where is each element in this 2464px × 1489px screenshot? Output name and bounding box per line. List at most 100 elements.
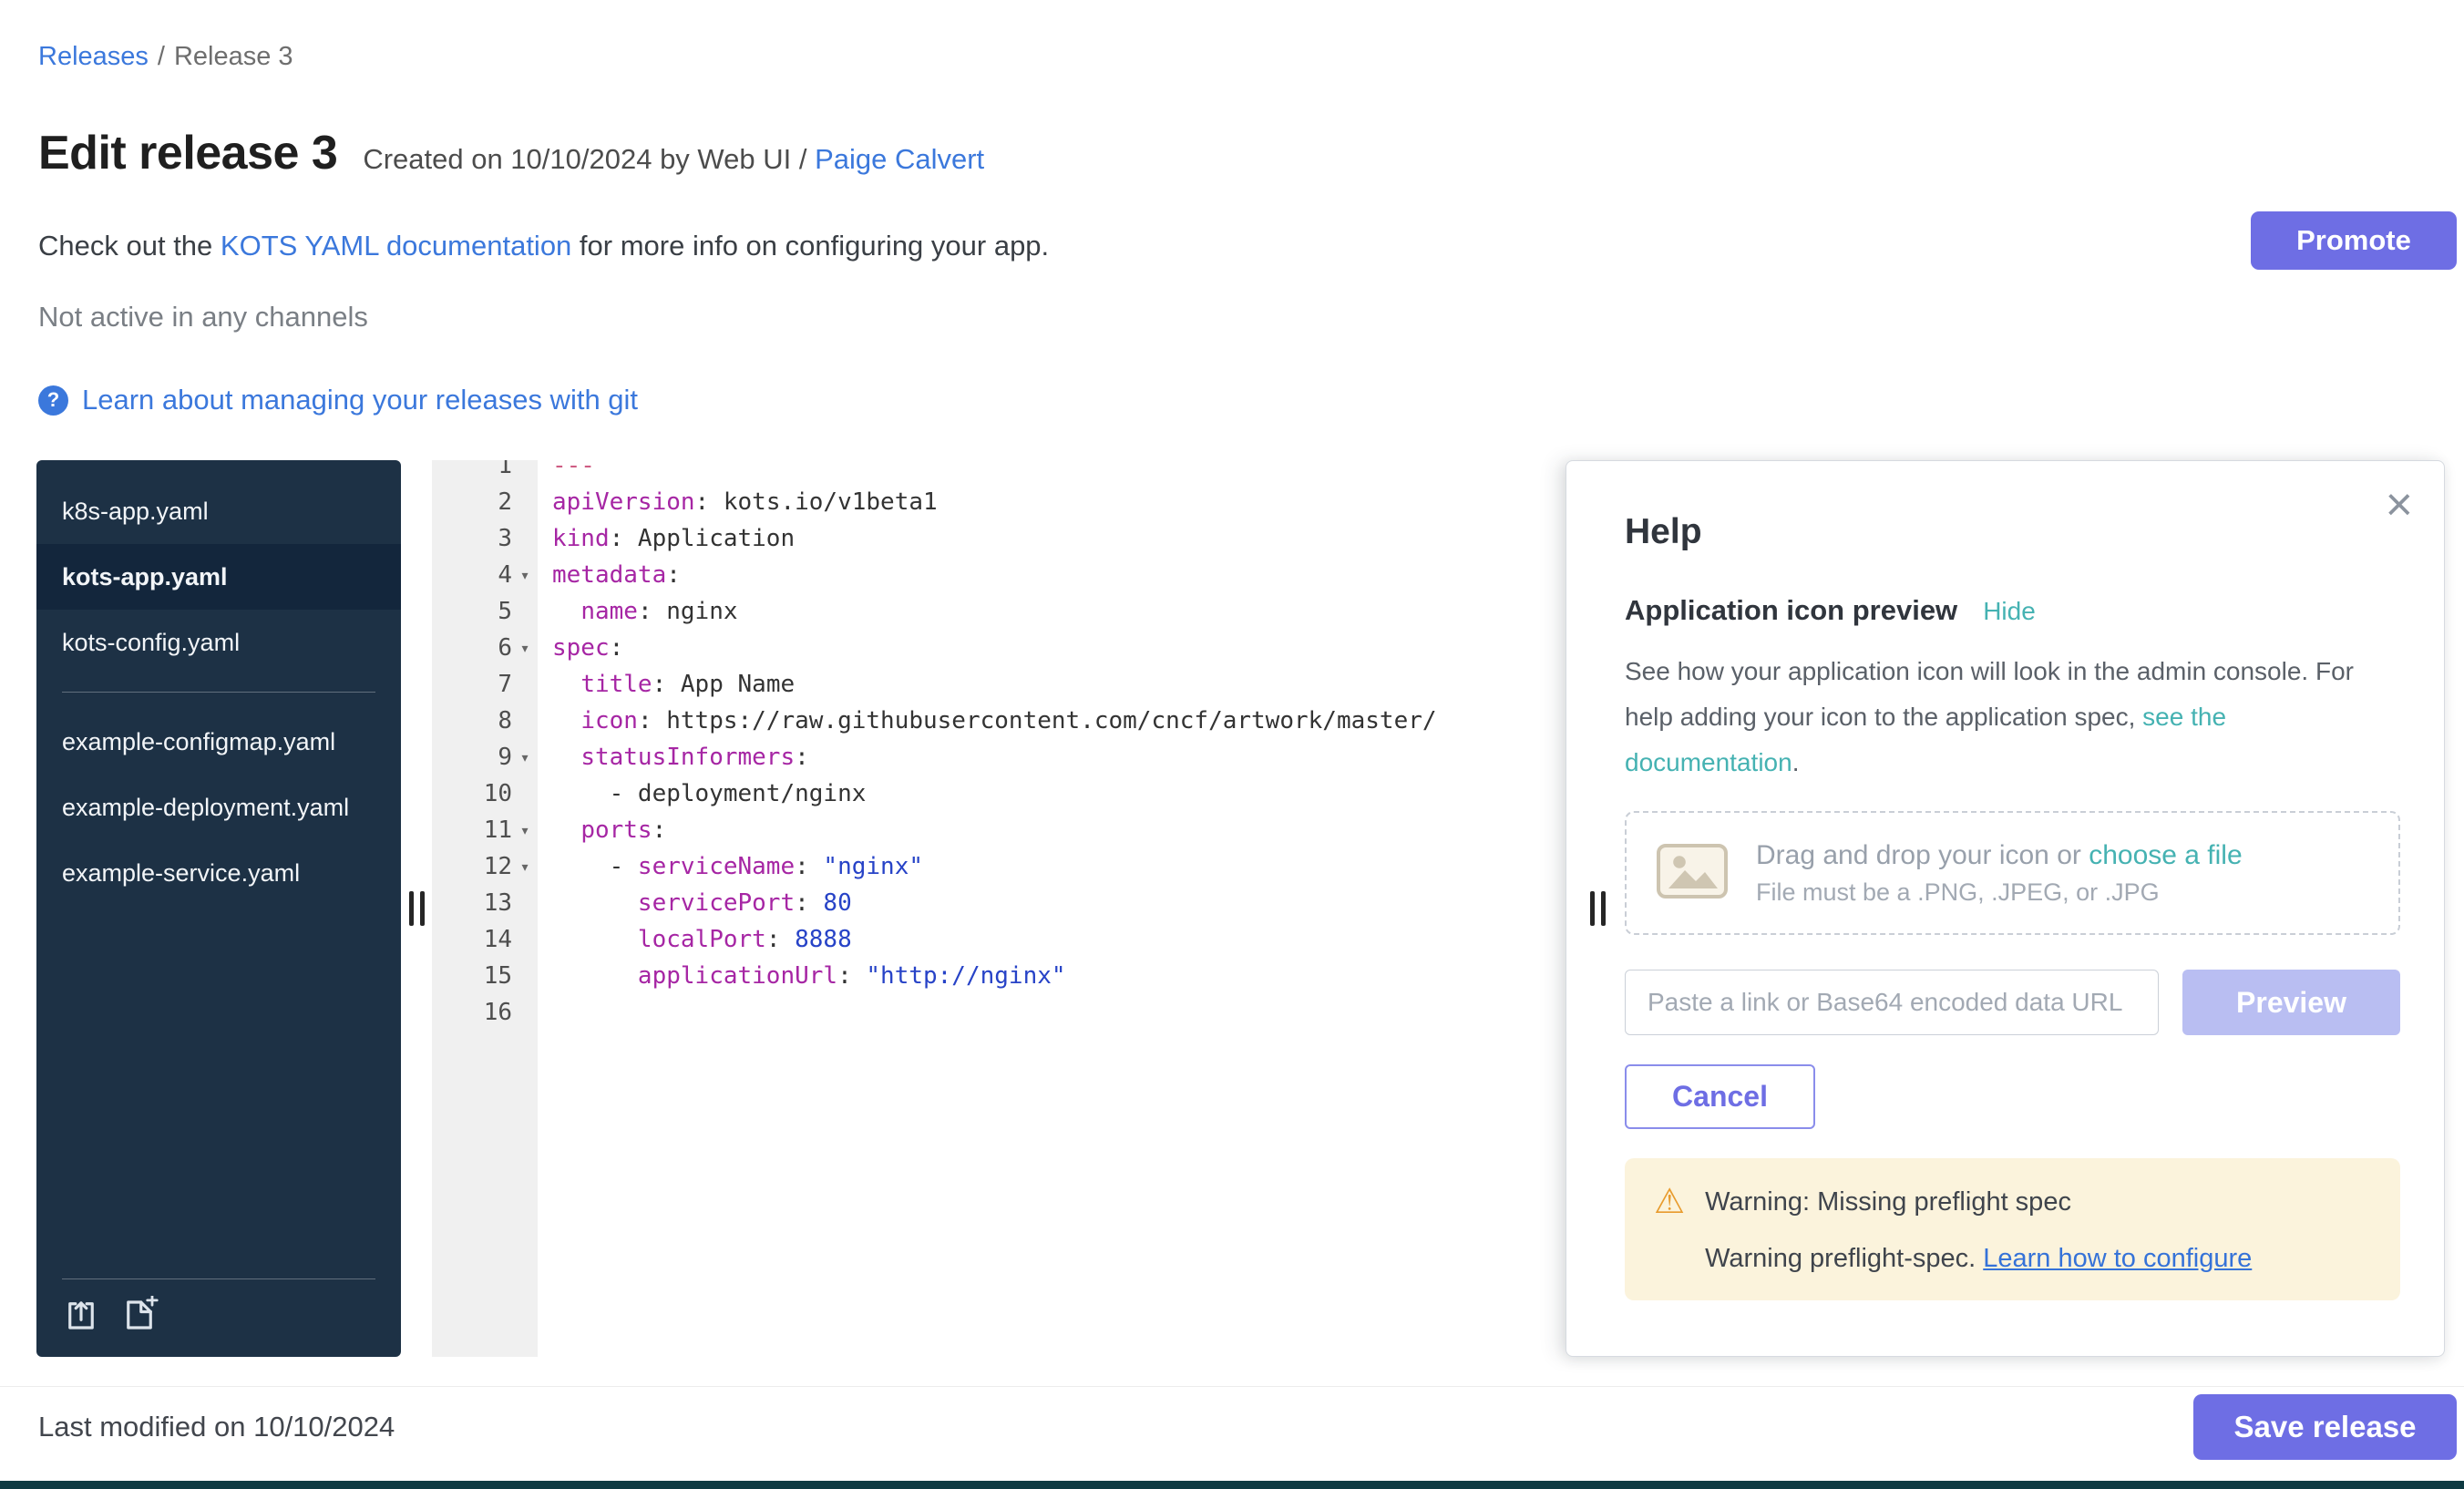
code-line[interactable]	[552, 994, 1566, 1031]
file-tree-item[interactable]: k8s-app.yaml	[36, 478, 401, 544]
tree-divider	[62, 692, 375, 693]
bottom-bar	[0, 1481, 2464, 1489]
promote-button[interactable]: Promote	[2251, 211, 2457, 270]
code-line[interactable]: statusInformers:	[552, 739, 1566, 775]
page-title: Edit release 3	[38, 126, 337, 180]
close-icon[interactable]: ×	[2386, 481, 2413, 529]
code-line[interactable]: apiVersion: kots.io/v1beta1	[552, 484, 1566, 520]
author-link[interactable]: Paige Calvert	[815, 143, 984, 175]
pane-resize-handle-right[interactable]	[1590, 891, 1606, 926]
learn-how-to-configure-link[interactable]: Learn how to configure	[1983, 1244, 2252, 1273]
breadcrumb: Releases/Release 3	[38, 42, 303, 72]
icon-preview-description: See how your application icon will look …	[1625, 649, 2400, 786]
kots-yaml-doc-link[interactable]: KOTS YAML documentation	[221, 230, 571, 262]
gutter-line: 12▾	[432, 848, 538, 885]
gutter-line: 10	[432, 775, 538, 812]
hide-link[interactable]: Hide	[1983, 597, 2036, 626]
fold-arrow-icon[interactable]: ▾	[512, 639, 538, 658]
fold-arrow-icon[interactable]: ▾	[512, 857, 538, 877]
file-tree: k8s-app.yamlkots-app.yamlkots-config.yam…	[36, 460, 401, 1357]
gutter-line: 6▾	[432, 630, 538, 666]
gutter-line: 8	[432, 703, 538, 739]
help-panel-title: Help	[1625, 512, 2400, 552]
created-note: Created on 10/10/2024 by Web UI / Paige …	[363, 143, 984, 176]
title-row: Edit release 3 Created on 10/10/2024 by …	[38, 126, 984, 180]
icon-url-row: Preview	[1625, 970, 2400, 1035]
question-circle-icon: ?	[38, 385, 68, 416]
gutter-line: 11▾	[432, 812, 538, 848]
new-file-icon[interactable]	[120, 1296, 159, 1339]
warning-title: Warning: Missing preflight spec	[1705, 1184, 2252, 1220]
release-editor: k8s-app.yamlkots-app.yamlkots-config.yam…	[36, 460, 2445, 1357]
code-line[interactable]: ports:	[552, 812, 1566, 848]
doc-note: Check out the KOTS YAML documentation fo…	[38, 230, 1049, 262]
code-editor[interactable]: ---apiVersion: kots.io/v1beta1kind: Appl…	[538, 460, 1566, 1357]
file-tree-list: k8s-app.yamlkots-app.yamlkots-config.yam…	[36, 478, 401, 906]
code-line[interactable]: kind: Application	[552, 520, 1566, 557]
pane-resize-handle-left[interactable]	[401, 460, 432, 1357]
fold-arrow-icon[interactable]: ▾	[512, 748, 538, 767]
gutter-line: 2	[432, 484, 538, 520]
image-placeholder-icon	[1656, 843, 1729, 904]
dropzone-prompt: Drag and drop your icon or	[1756, 840, 2089, 870]
doc-note-suffix: for more info on configuring your app.	[571, 230, 1049, 262]
gutter-line: 9▾	[432, 739, 538, 775]
breadcrumb-releases-link[interactable]: Releases	[38, 42, 149, 71]
preflight-warning-box: ⚠ Warning: Missing preflight spec Warnin…	[1625, 1158, 2400, 1300]
file-tree-item[interactable]: kots-config.yaml	[36, 610, 401, 675]
choose-file-link[interactable]: choose a file	[2089, 840, 2242, 870]
code-line[interactable]: ---	[552, 460, 1566, 484]
warning-body: Warning preflight-spec.	[1705, 1244, 1983, 1273]
file-tree-item[interactable]: example-service.yaml	[36, 840, 401, 906]
code-line[interactable]: servicePort: 80	[552, 885, 1566, 921]
created-text: Created on 10/10/2024 by Web UI /	[363, 143, 806, 175]
gutter-line: 13	[432, 885, 538, 921]
file-tree-item[interactable]: example-configmap.yaml	[36, 709, 401, 775]
file-tree-item[interactable]: example-deployment.yaml	[36, 775, 401, 840]
icon-preview-section-head: Application icon preview Hide	[1625, 594, 2400, 627]
gutter-line: 4▾	[432, 557, 538, 593]
drag-grip-icon	[409, 891, 425, 926]
code-line[interactable]: metadata:	[552, 557, 1566, 593]
icon-url-input[interactable]	[1625, 970, 2159, 1035]
dropzone-hint: File must be a .PNG, .JPEG, or .JPG	[1756, 878, 2243, 907]
editor-code-lines: ---apiVersion: kots.io/v1beta1kind: Appl…	[538, 460, 1566, 1031]
warning-triangle-icon: ⚠	[1654, 1184, 1685, 1277]
icon-preview-title: Application icon preview	[1625, 594, 1957, 627]
last-modified-text: Last modified on 10/10/2024	[38, 1411, 395, 1443]
code-line[interactable]: name: nginx	[552, 593, 1566, 630]
doc-note-prefix: Check out the	[38, 230, 221, 262]
fold-arrow-icon[interactable]: ▾	[512, 821, 538, 840]
code-line[interactable]: localPort: 8888	[552, 921, 1566, 958]
gutter-line: 14	[432, 921, 538, 958]
channel-status: Not active in any channels	[38, 301, 368, 334]
import-file-icon[interactable]	[62, 1296, 100, 1339]
git-help-link[interactable]: Learn about managing your releases with …	[82, 384, 638, 416]
code-line[interactable]: spec:	[552, 630, 1566, 666]
code-line[interactable]: icon: https://raw.githubusercontent.com/…	[552, 703, 1566, 739]
file-tree-footer	[62, 1278, 375, 1339]
file-tree-item[interactable]: kots-app.yaml	[36, 544, 401, 610]
gutter-line: 15	[432, 958, 538, 994]
code-line[interactable]: title: App Name	[552, 666, 1566, 703]
description-text: See how your application icon will look …	[1625, 657, 2354, 731]
gutter-line: 1	[432, 460, 538, 484]
save-release-button[interactable]: Save release	[2193, 1394, 2457, 1460]
fold-arrow-icon[interactable]: ▾	[512, 566, 538, 585]
icon-dropzone[interactable]: Drag and drop your icon or choose a file…	[1625, 811, 2400, 935]
gutter-line: 3	[432, 520, 538, 557]
preview-button[interactable]: Preview	[2182, 970, 2400, 1035]
description-suffix: .	[1792, 748, 1800, 776]
git-help-row[interactable]: ? Learn about managing your releases wit…	[38, 384, 638, 416]
code-line[interactable]: - deployment/nginx	[552, 775, 1566, 812]
code-line[interactable]: applicationUrl: "http://nginx"	[552, 958, 1566, 994]
warning-text: Warning: Missing preflight spec Warning …	[1705, 1184, 2252, 1277]
help-panel: × Help Application icon preview Hide See…	[1566, 460, 2445, 1357]
breadcrumb-separator: /	[158, 42, 165, 71]
editor-gutter: 1234▾56▾789▾1011▾12▾13141516	[432, 460, 538, 1357]
gutter-line: 7	[432, 666, 538, 703]
cancel-button[interactable]: Cancel	[1625, 1064, 1815, 1129]
gutter-line: 16	[432, 994, 538, 1031]
dropzone-text: Drag and drop your icon or choose a file…	[1756, 840, 2243, 907]
code-line[interactable]: - serviceName: "nginx"	[552, 848, 1566, 885]
